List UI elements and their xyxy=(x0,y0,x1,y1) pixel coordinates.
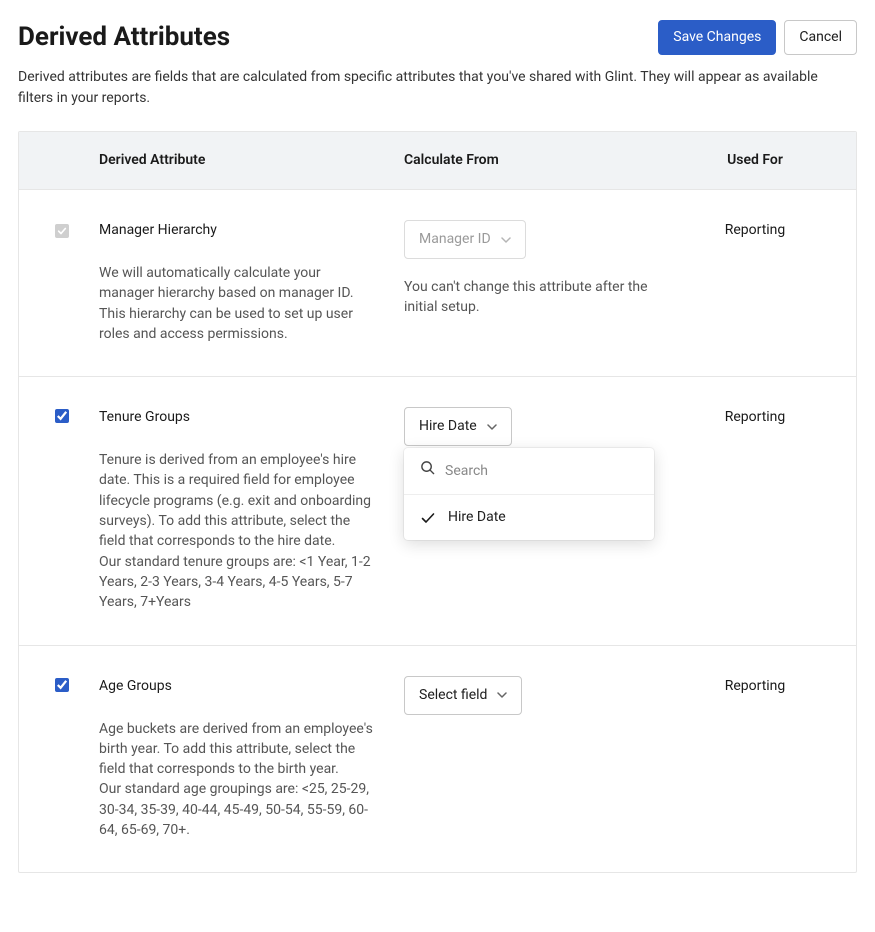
attribute-name: Tenure Groups xyxy=(99,407,376,428)
column-header-attribute: Derived Attribute xyxy=(99,150,404,171)
used-for-value: Reporting xyxy=(684,407,856,428)
attribute-description: Tenure is derived from an employee's hir… xyxy=(99,450,376,612)
dropdown-panel: Hire Date xyxy=(404,448,654,540)
table-row: Manager Hierarchy We will automatically … xyxy=(19,190,856,377)
select-label: Select field xyxy=(419,685,487,706)
check-icon xyxy=(420,510,436,526)
calculate-from-note: You can't change this attribute after th… xyxy=(404,277,654,318)
column-header-calculate: Calculate From xyxy=(404,150,684,171)
attribute-description: Age buckets are derived from an employee… xyxy=(99,719,376,841)
dropdown-search-input[interactable] xyxy=(445,463,638,479)
chevron-down-icon xyxy=(487,424,497,430)
table-row: Age Groups Age buckets are derived from … xyxy=(19,646,856,873)
page-title: Derived Attributes xyxy=(18,18,230,57)
row-checkbox-disabled xyxy=(55,224,69,238)
select-label: Manager ID xyxy=(419,229,491,250)
attribute-name: Manager Hierarchy xyxy=(99,220,376,241)
dropdown-search-row xyxy=(404,448,654,495)
attribute-name: Age Groups xyxy=(99,676,376,697)
header-buttons: Save Changes Cancel xyxy=(658,20,857,55)
page-header: Derived Attributes Save Changes Cancel xyxy=(18,18,857,57)
dropdown-option-label: Hire Date xyxy=(448,507,506,528)
calculate-from-select[interactable]: Hire Date xyxy=(404,407,512,446)
column-header-used: Used For xyxy=(684,150,856,171)
attribute-description: We will automatically calculate your man… xyxy=(99,263,376,344)
cancel-button[interactable]: Cancel xyxy=(784,20,857,55)
calculate-from-select[interactable]: Select field xyxy=(404,676,522,715)
row-checkbox[interactable] xyxy=(55,409,69,423)
used-for-value: Reporting xyxy=(684,676,856,697)
table-header-row: Derived Attribute Calculate From Used Fo… xyxy=(19,132,856,190)
calculate-from-select-disabled: Manager ID xyxy=(404,220,526,259)
select-label: Hire Date xyxy=(419,416,477,437)
used-for-value: Reporting xyxy=(684,220,856,241)
chevron-down-icon xyxy=(501,237,511,243)
dropdown-option[interactable]: Hire Date xyxy=(404,495,654,540)
page-description: Derived attributes are fields that are c… xyxy=(18,67,853,109)
save-button[interactable]: Save Changes xyxy=(658,20,776,55)
row-checkbox[interactable] xyxy=(55,678,69,692)
derived-attributes-table: Derived Attribute Calculate From Used Fo… xyxy=(18,131,857,873)
table-row: Tenure Groups Tenure is derived from an … xyxy=(19,377,856,645)
search-icon xyxy=(420,460,435,482)
chevron-down-icon xyxy=(497,692,507,698)
